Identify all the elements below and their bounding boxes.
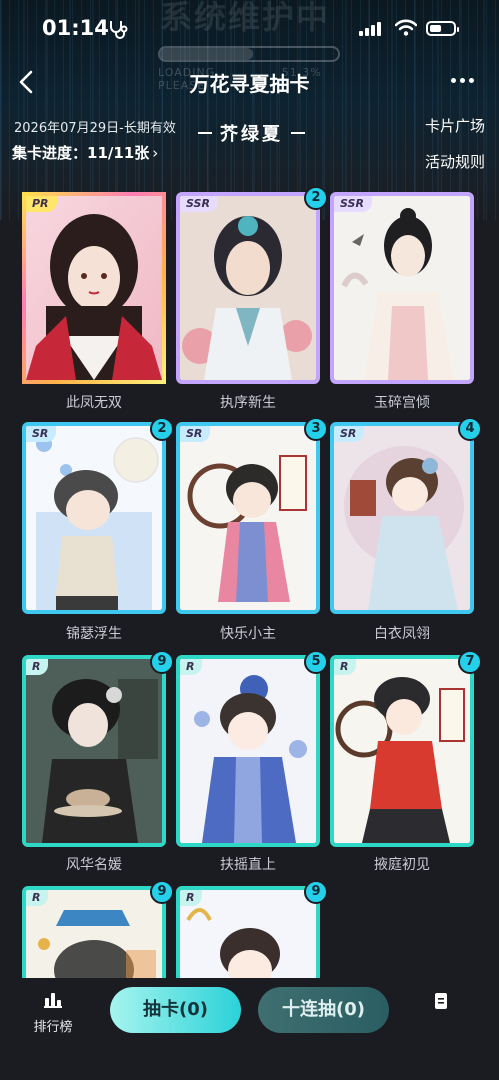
ten-draw-button[interactable]: 十连抽(0) xyxy=(258,987,389,1033)
card-jin-se-fu-sheng[interactable]: SR xyxy=(22,422,166,614)
status-time: 01:14 xyxy=(42,16,109,40)
document-icon[interactable] xyxy=(434,992,448,1010)
rarity-badge: SSR xyxy=(180,196,218,212)
season-title: 芥绿夏 xyxy=(190,120,313,146)
nav-bar: 万花寻夏抽卡 xyxy=(0,60,499,104)
rarity-badge: SR xyxy=(180,426,211,442)
card-count-badge: 5 xyxy=(304,650,328,674)
bar-chart-icon xyxy=(44,993,62,1008)
rarity-badge: SSR xyxy=(334,196,372,212)
card-art xyxy=(180,426,316,610)
card-plaza-link[interactable]: 卡片广场 xyxy=(425,108,485,144)
card-ye-ting-chu-jian[interactable]: R xyxy=(330,655,474,847)
collection-progress-text: 集卡进度：11/11张 xyxy=(12,144,150,162)
battery-icon xyxy=(426,21,459,36)
card-fu-yao-zhi-shang[interactable]: R xyxy=(176,655,320,847)
card-art xyxy=(26,659,162,843)
card-name: 扶摇直上 xyxy=(220,857,276,873)
page-title: 万花寻夏抽卡 xyxy=(189,72,310,96)
card-count-badge: 9 xyxy=(150,880,174,904)
card-count-badge: 7 xyxy=(458,650,482,674)
rarity-badge: SR xyxy=(334,426,365,442)
collection-progress[interactable]: 集卡进度：11/11张 › xyxy=(12,142,158,163)
card-count-badge: 4 xyxy=(458,417,482,441)
status-bar: 01:14 xyxy=(0,0,499,58)
card-art xyxy=(26,196,162,380)
card-name: 风华名媛 xyxy=(66,857,122,873)
chevron-right-icon: › xyxy=(152,144,159,162)
leaderboard-button[interactable]: 排行榜 xyxy=(28,992,78,1035)
card-art xyxy=(334,426,470,610)
validity-date: 2026年07月29日-长期有效 xyxy=(14,121,176,136)
rarity-badge: PR xyxy=(26,196,57,212)
activity-rules-link[interactable]: 活动规则 xyxy=(425,144,485,180)
card-art xyxy=(26,426,162,610)
card-art xyxy=(334,659,470,843)
bottom-action-bar: 排行榜 抽卡(0) 十连抽(0) xyxy=(0,978,499,1080)
card-count-badge: 9 xyxy=(304,880,328,904)
card-name: 执序新生 xyxy=(220,395,276,411)
card-count-badge: 3 xyxy=(304,417,328,441)
card-ci-feng-wu-shuang[interactable]: PR xyxy=(22,192,166,384)
rarity-badge: SR xyxy=(26,426,57,442)
header-links: 卡片广场 活动规则 xyxy=(425,108,485,180)
card-name: 快乐小主 xyxy=(220,626,276,642)
card-name: 白衣凤翎 xyxy=(374,626,430,642)
card-count-badge: 9 xyxy=(150,650,174,674)
card-name: 此凤无双 xyxy=(66,395,122,411)
card-count-badge: 2 xyxy=(150,417,174,441)
stethoscope-icon xyxy=(110,21,128,39)
card-zhi-xu-xin-sheng[interactable]: SSR xyxy=(176,192,320,384)
draw-button[interactable]: 抽卡(0) xyxy=(110,987,241,1033)
card-name: 锦瑟浮生 xyxy=(66,626,122,642)
more-dots-icon[interactable] xyxy=(451,70,481,90)
signal-icon xyxy=(359,22,381,36)
card-yu-sui-gong-qing[interactable]: SSR xyxy=(330,192,474,384)
card-art xyxy=(334,196,470,380)
card-count-badge: 2 xyxy=(304,186,328,210)
season-title-text: 芥绿夏 xyxy=(220,124,283,145)
wifi-icon xyxy=(395,19,417,36)
leaderboard-label: 排行榜 xyxy=(33,1020,73,1035)
card-bai-yi-feng-ling[interactable]: SR xyxy=(330,422,474,614)
card-feng-hua-ming-yuan[interactable]: R xyxy=(22,655,166,847)
card-kuai-le-xiao-zhu[interactable]: SR xyxy=(176,422,320,614)
card-name: 掖庭初见 xyxy=(374,857,430,873)
card-name: 玉碎宫倾 xyxy=(374,395,430,411)
card-art xyxy=(180,659,316,843)
card-art xyxy=(180,196,316,380)
